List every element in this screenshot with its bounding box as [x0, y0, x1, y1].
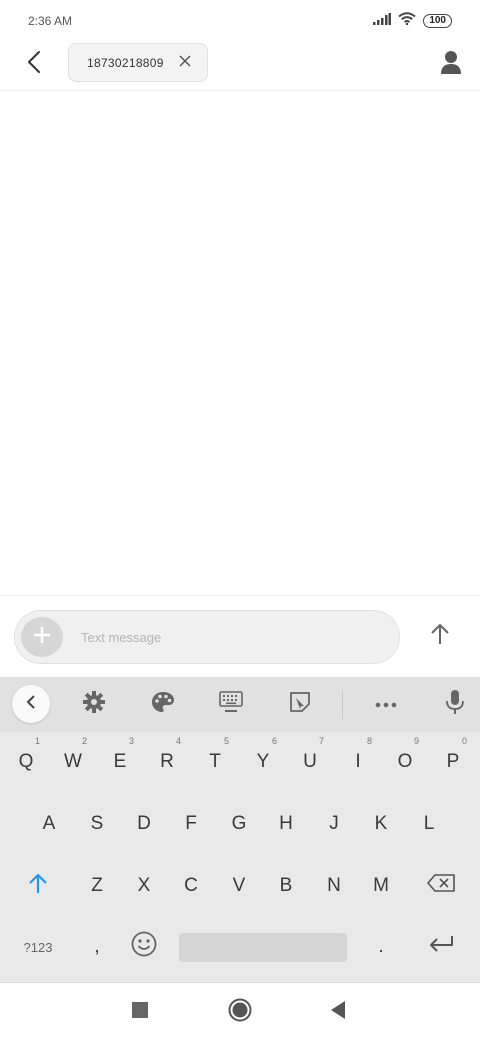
status-icons: 100: [373, 12, 452, 30]
recipient-number: 18730218809: [87, 56, 164, 70]
emoji-key[interactable]: [122, 919, 166, 975]
recents-button[interactable]: [125, 997, 155, 1027]
wifi-icon: [398, 12, 416, 30]
key-q[interactable]: Q1: [4, 734, 48, 790]
key-h[interactable]: H: [264, 796, 308, 852]
gear-icon: [83, 690, 105, 718]
contact-icon: [441, 50, 461, 79]
close-icon: [179, 54, 191, 72]
battery-icon: 100: [423, 14, 452, 28]
symbols-key[interactable]: ?123: [12, 919, 64, 975]
key-r[interactable]: R4: [145, 734, 189, 790]
space-key[interactable]: [179, 933, 347, 962]
key-l[interactable]: L: [407, 796, 451, 852]
toolbar-divider: [342, 691, 343, 719]
message-composer: [0, 595, 480, 678]
key-b[interactable]: B: [264, 858, 308, 914]
keyboard-mode-button[interactable]: [212, 685, 250, 723]
conversation-area: [0, 91, 480, 595]
settings-button[interactable]: [75, 685, 113, 723]
sticker-icon: [289, 691, 311, 718]
remove-recipient-button[interactable]: [177, 55, 193, 71]
key-z[interactable]: Z: [75, 858, 119, 914]
emoji-icon: [131, 931, 157, 963]
back-arrow-icon: [27, 50, 41, 79]
voice-input-button[interactable]: [436, 685, 474, 723]
key-g[interactable]: G: [217, 796, 261, 852]
key-f[interactable]: F: [169, 796, 213, 852]
shift-arrow-icon: [28, 872, 48, 900]
send-button[interactable]: [424, 618, 456, 654]
enter-icon: [428, 935, 454, 959]
home-button[interactable]: [225, 997, 255, 1027]
key-a[interactable]: A: [27, 796, 71, 852]
contact-button[interactable]: [436, 48, 466, 80]
key-w[interactable]: W2: [51, 734, 95, 790]
key-d[interactable]: D: [122, 796, 166, 852]
palette-icon: [151, 691, 175, 718]
comma-key[interactable]: ,: [75, 919, 119, 975]
plus-icon: [33, 626, 51, 649]
recipient-chip[interactable]: 18730218809: [68, 43, 208, 82]
conversation-header: 18730218809: [0, 42, 480, 91]
sticker-button[interactable]: [281, 685, 319, 723]
keyboard-toolbar: [0, 677, 480, 732]
key-o[interactable]: O9: [383, 734, 427, 790]
microphone-icon: [446, 689, 464, 720]
send-arrow-icon: [430, 623, 450, 650]
backspace-key[interactable]: [419, 858, 463, 914]
enter-key[interactable]: [419, 919, 463, 975]
message-input-container: [14, 610, 400, 664]
key-e[interactable]: E3: [98, 734, 142, 790]
backspace-icon: [427, 874, 455, 898]
signal-icon: [373, 12, 392, 30]
message-input[interactable]: [81, 625, 381, 649]
more-icon: [375, 695, 397, 713]
key-i[interactable]: I8: [336, 734, 380, 790]
back-icon: [330, 1000, 346, 1024]
keyboard: Q1 W2 E3 R4 T5 Y6 U7 I8 O9 P0 A S D F G …: [0, 677, 480, 982]
chevron-left-icon: [26, 694, 36, 714]
back-button[interactable]: [20, 50, 48, 78]
key-m[interactable]: M: [359, 858, 403, 914]
system-nav-bar: [0, 982, 480, 1041]
shift-key[interactable]: [16, 858, 60, 914]
keyboard-icon: [219, 690, 243, 719]
key-n[interactable]: N: [312, 858, 356, 914]
key-p[interactable]: P0: [431, 734, 475, 790]
key-k[interactable]: K: [359, 796, 403, 852]
key-x[interactable]: X: [122, 858, 166, 914]
nav-back-button[interactable]: [323, 997, 353, 1027]
status-bar: 2:36 AM 100: [0, 0, 480, 42]
recents-icon: [132, 1001, 148, 1023]
key-u[interactable]: U7: [288, 734, 332, 790]
theme-button[interactable]: [144, 685, 182, 723]
key-j[interactable]: J: [312, 796, 356, 852]
period-key[interactable]: .: [359, 919, 403, 975]
status-time: 2:36 AM: [28, 14, 73, 28]
key-t[interactable]: T5: [193, 734, 237, 790]
home-icon: [228, 998, 252, 1027]
key-y[interactable]: Y6: [241, 734, 285, 790]
key-c[interactable]: C: [169, 858, 213, 914]
attach-button[interactable]: [21, 617, 63, 657]
key-v[interactable]: V: [217, 858, 261, 914]
toolbar-collapse-button[interactable]: [12, 685, 50, 723]
key-s[interactable]: S: [75, 796, 119, 852]
more-button[interactable]: [367, 685, 405, 723]
